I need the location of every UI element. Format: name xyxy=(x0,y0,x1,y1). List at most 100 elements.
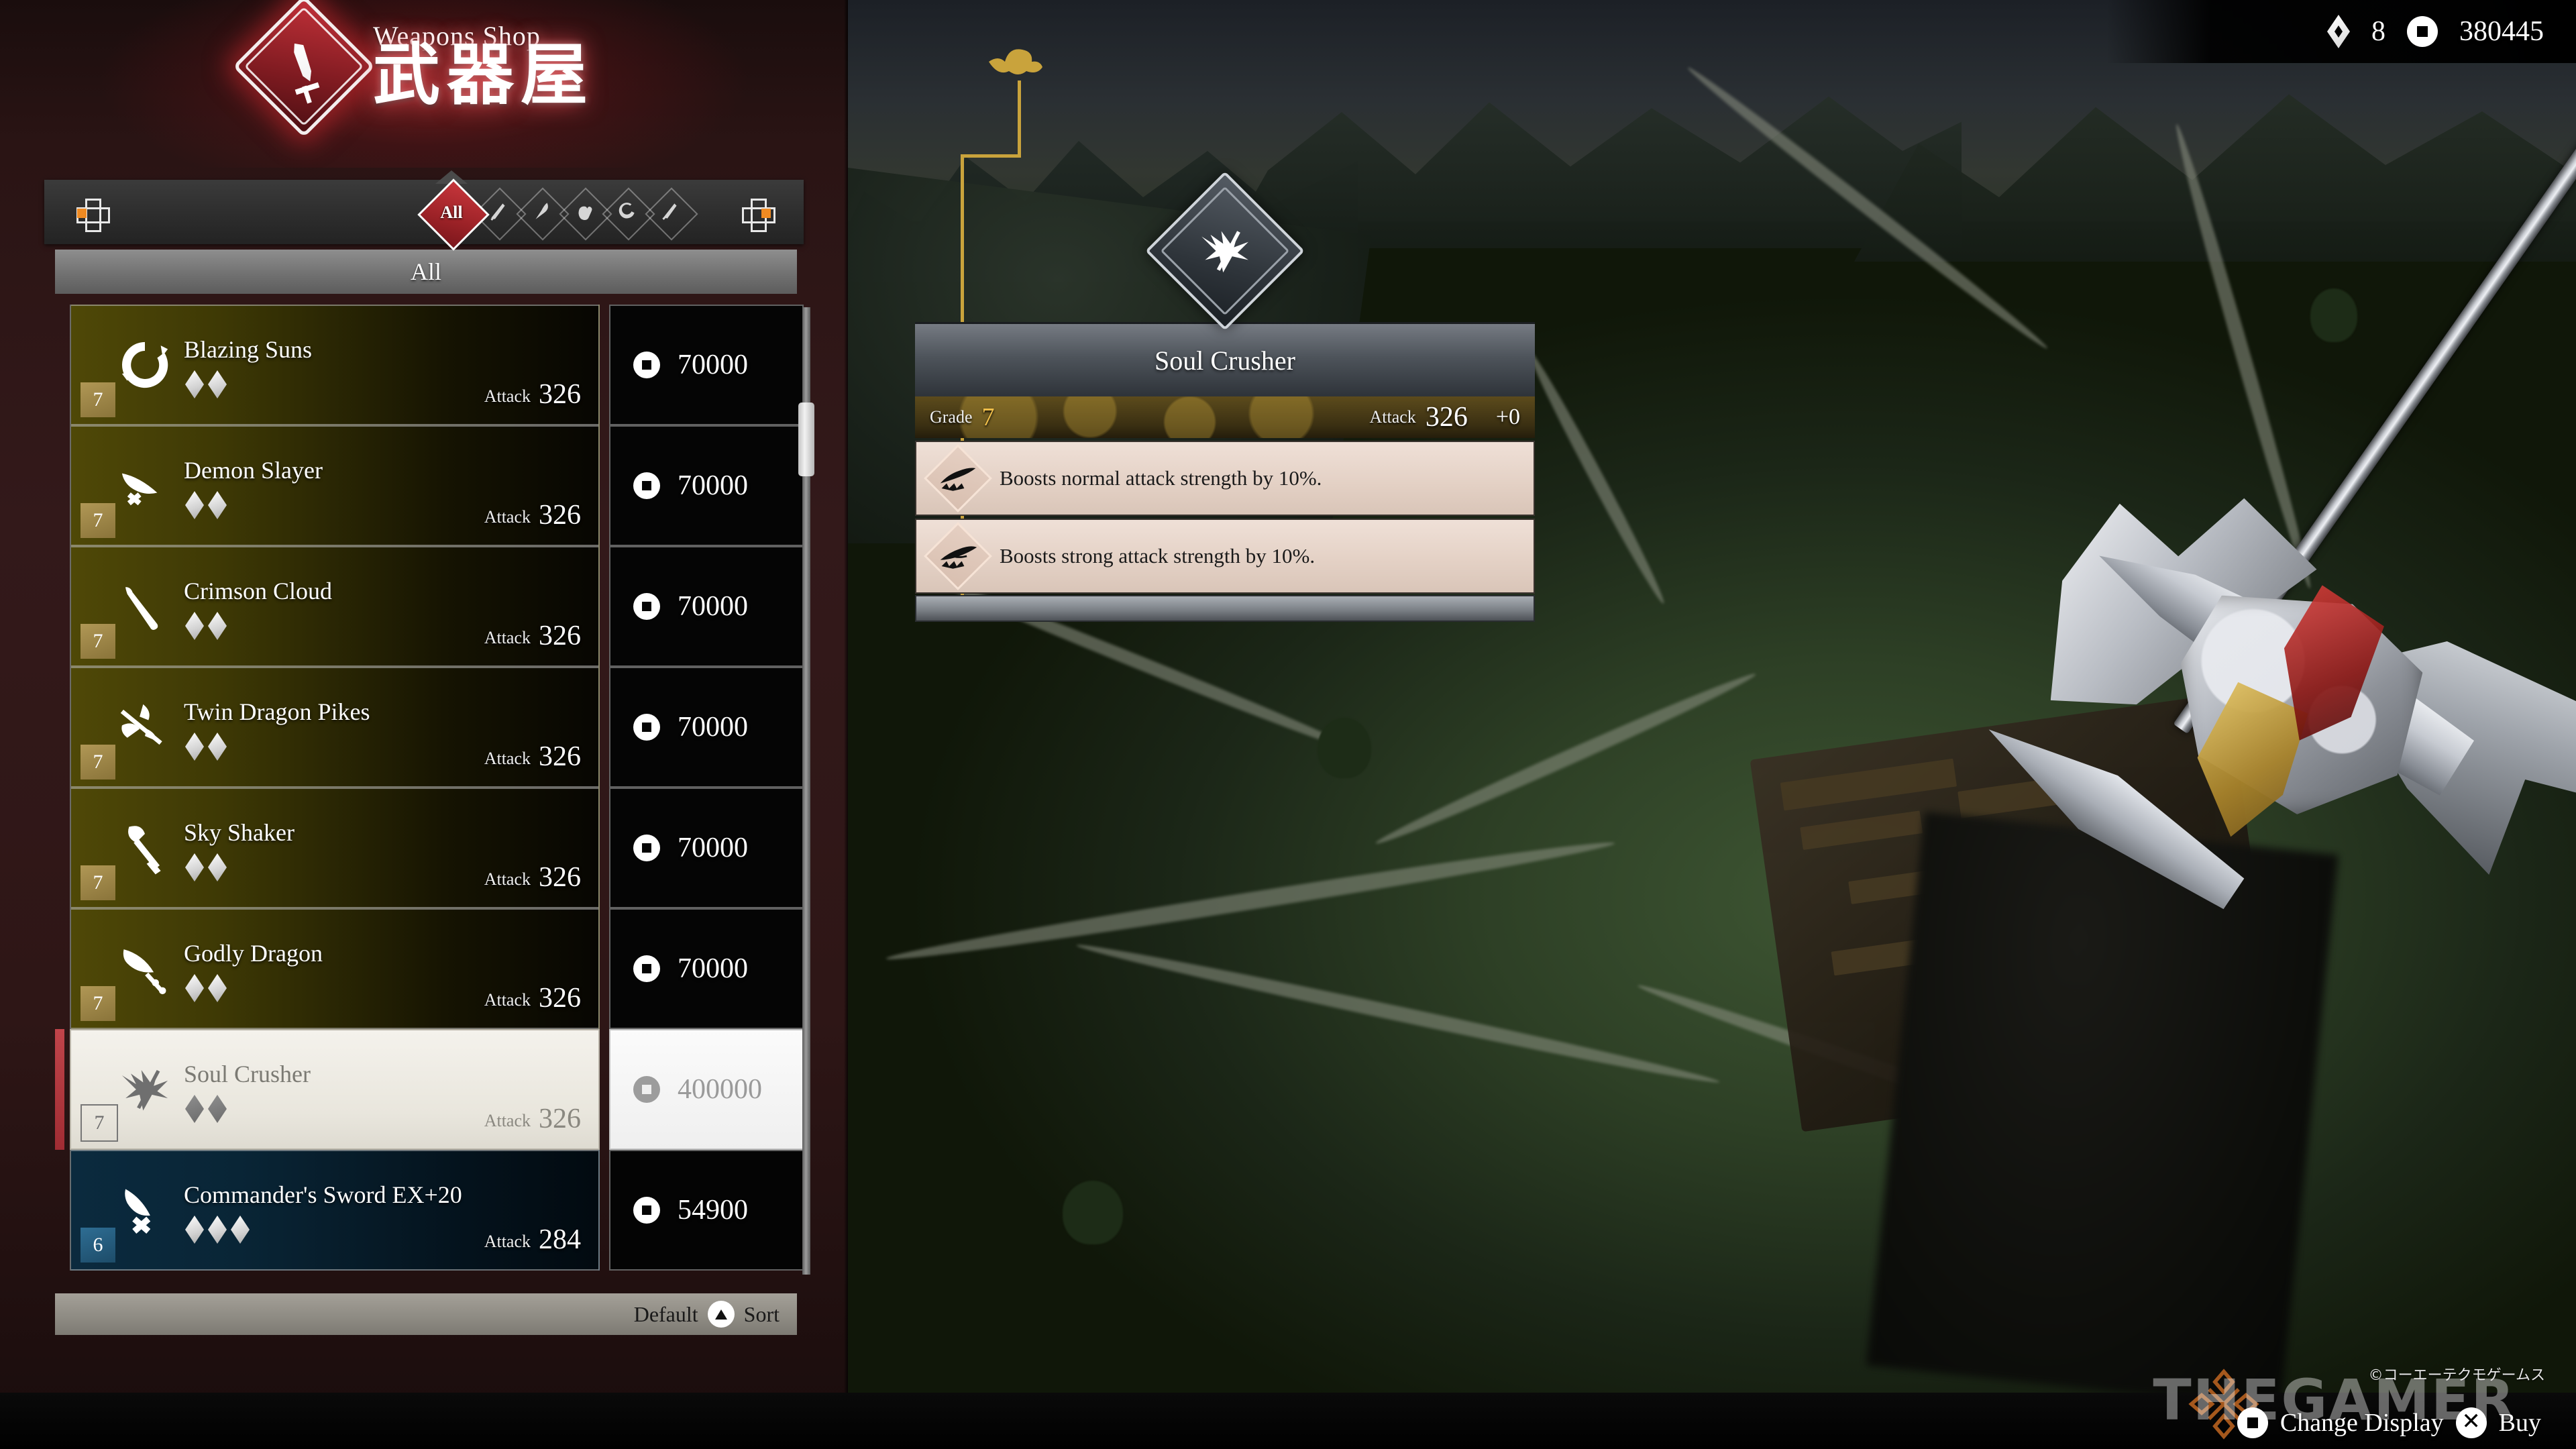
attack-label: Attack xyxy=(1369,407,1416,427)
weapon-list[interactable]: Blazing Suns 7 Attack 326 70000 Demon Sl… xyxy=(55,305,805,1277)
cross-button-icon[interactable] xyxy=(2455,1406,2487,1438)
grade-badge: 7 xyxy=(80,986,115,1021)
upgrade-value: +0 xyxy=(1495,405,1520,429)
coin-icon xyxy=(633,352,660,378)
grade-label: Grade xyxy=(930,407,973,427)
gem-slots xyxy=(185,733,227,761)
tooltip-weapon-icon xyxy=(1145,171,1305,331)
category-strip[interactable]: All xyxy=(417,170,745,251)
tree xyxy=(1063,1181,1123,1244)
attack-label: Attack xyxy=(484,386,531,406)
category-filter-bar[interactable]: All xyxy=(44,170,804,251)
list-scrollbar-thumb[interactable] xyxy=(798,402,814,476)
rider-silhouette xyxy=(1866,811,2339,1409)
gem-slots xyxy=(185,1216,250,1244)
attack-stat: Attack 284 xyxy=(484,1224,581,1256)
spear-icon xyxy=(530,199,553,226)
table-row[interactable]: Crimson Cloud 7 Attack 326 70000 xyxy=(55,546,805,667)
table-row[interactable]: Sky Shaker 7 Attack 326 70000 xyxy=(55,788,805,908)
crusher-icon xyxy=(113,1057,177,1122)
coin-icon xyxy=(633,1197,660,1224)
weapon-name: Soul Crusher xyxy=(184,1061,311,1087)
attack-stat: Attack 326 xyxy=(484,620,581,652)
weapon-name: Godly Dragon xyxy=(184,940,323,967)
table-row[interactable]: Blazing Suns 7 Attack 326 70000 xyxy=(55,305,805,425)
coin-count: 380445 xyxy=(2459,16,2544,47)
table-row-selected[interactable]: Soul Crusher 7 Attack 326 400000 xyxy=(55,1029,805,1150)
skill-text: Boosts normal attack strength by 10%. xyxy=(1000,466,1322,490)
normal-attack-icon xyxy=(924,444,992,513)
weapon-name: Sky Shaker xyxy=(184,819,294,846)
glaive-icon xyxy=(113,936,177,1001)
table-row[interactable]: Godly Dragon 7 Attack 326 70000 xyxy=(55,908,805,1029)
attack-value: 326 xyxy=(539,379,581,410)
attack-stat: Attack 326 xyxy=(484,1103,581,1135)
table-row[interactable]: Twin Dragon Pikes 7 Attack 326 70000 xyxy=(55,667,805,788)
attack-label: Attack xyxy=(484,1111,531,1130)
road xyxy=(1373,667,1759,851)
grade-badge: 7 xyxy=(80,865,115,900)
sabre-icon xyxy=(113,453,177,518)
castle-banner xyxy=(2246,684,2271,786)
sword2-icon xyxy=(113,1178,177,1242)
attack-value: 326 xyxy=(539,983,581,1014)
buy-label[interactable]: Buy xyxy=(2499,1408,2541,1438)
table-row[interactable]: Commander's Sword EX+20 6 Attack 284 549… xyxy=(55,1150,805,1271)
price-cell: 70000 xyxy=(609,546,804,667)
price-cell: 70000 xyxy=(609,788,804,908)
sort-action-label[interactable]: Sort xyxy=(744,1302,780,1327)
attack-stat: Attack 326 xyxy=(484,982,581,1014)
coin-icon xyxy=(633,955,660,982)
coin-icon xyxy=(633,472,660,499)
weapon-name: Demon Slayer xyxy=(184,457,323,484)
gauntlet-icon xyxy=(573,199,596,226)
tooltip-weapon-name: Soul Crusher xyxy=(915,322,1535,396)
dpad-left-icon[interactable] xyxy=(76,199,110,232)
category-tab-gauntlet[interactable] xyxy=(559,182,612,243)
button-prompts[interactable]: Change Display Buy xyxy=(2237,1406,2541,1438)
gem-icon xyxy=(2327,15,2350,48)
price-cell: 400000 xyxy=(609,1029,804,1150)
hammer-icon xyxy=(113,816,177,880)
attack-value: 326 xyxy=(1425,402,1468,433)
price-value: 70000 xyxy=(678,350,748,380)
category-tab-label: All xyxy=(440,203,463,222)
weapon-detail-tooltip: Soul Crusher Grade 7 Attack 326 +0 Boost… xyxy=(915,171,1535,622)
change-display-label[interactable]: Change Display xyxy=(2280,1408,2444,1438)
price-value: 70000 xyxy=(678,833,748,863)
table-row[interactable]: Demon Slayer 7 Attack 326 70000 xyxy=(55,425,805,546)
category-tab-all[interactable]: All xyxy=(417,170,490,251)
coin-icon xyxy=(633,835,660,861)
gem-slots xyxy=(185,612,227,640)
sort-bar[interactable]: Default Sort xyxy=(55,1293,797,1335)
road xyxy=(1522,345,1670,607)
road xyxy=(884,835,1617,967)
grade-badge: 7 xyxy=(80,1104,118,1142)
attack-stat: Attack 326 xyxy=(484,378,581,411)
gem-slots xyxy=(185,853,227,881)
price-cell: 54900 xyxy=(609,1150,804,1271)
currency-hud: 8 380445 xyxy=(2106,0,2576,63)
weapons-shop-panel: Weapons Shop 武器屋 All All Blazing Suns 7 … xyxy=(0,0,848,1449)
gem-slots xyxy=(185,370,227,398)
tree xyxy=(2310,288,2357,342)
category-tab-dagger[interactable] xyxy=(645,182,698,243)
category-tab-spear[interactable] xyxy=(516,182,570,243)
dpad-right-icon[interactable] xyxy=(742,199,775,232)
gem-count: 8 xyxy=(2371,16,2385,47)
weapon-name: Twin Dragon Pikes xyxy=(184,698,370,725)
attack-label: Attack xyxy=(484,990,531,1010)
grade-badge: 7 xyxy=(80,382,115,417)
price-value: 54900 xyxy=(678,1195,748,1226)
dagger-icon xyxy=(659,199,682,226)
gem-slots xyxy=(185,1095,227,1123)
attack-value: 284 xyxy=(539,1224,581,1255)
gem-slots xyxy=(185,974,227,1002)
square-button-icon[interactable] xyxy=(2237,1407,2268,1438)
category-tab-chain[interactable] xyxy=(602,182,655,243)
attack-value: 326 xyxy=(539,500,581,531)
price-value: 70000 xyxy=(678,470,748,501)
triangle-button-icon[interactable] xyxy=(707,1301,735,1328)
sword-diamond-icon xyxy=(232,0,376,138)
chain-icon xyxy=(616,199,639,226)
